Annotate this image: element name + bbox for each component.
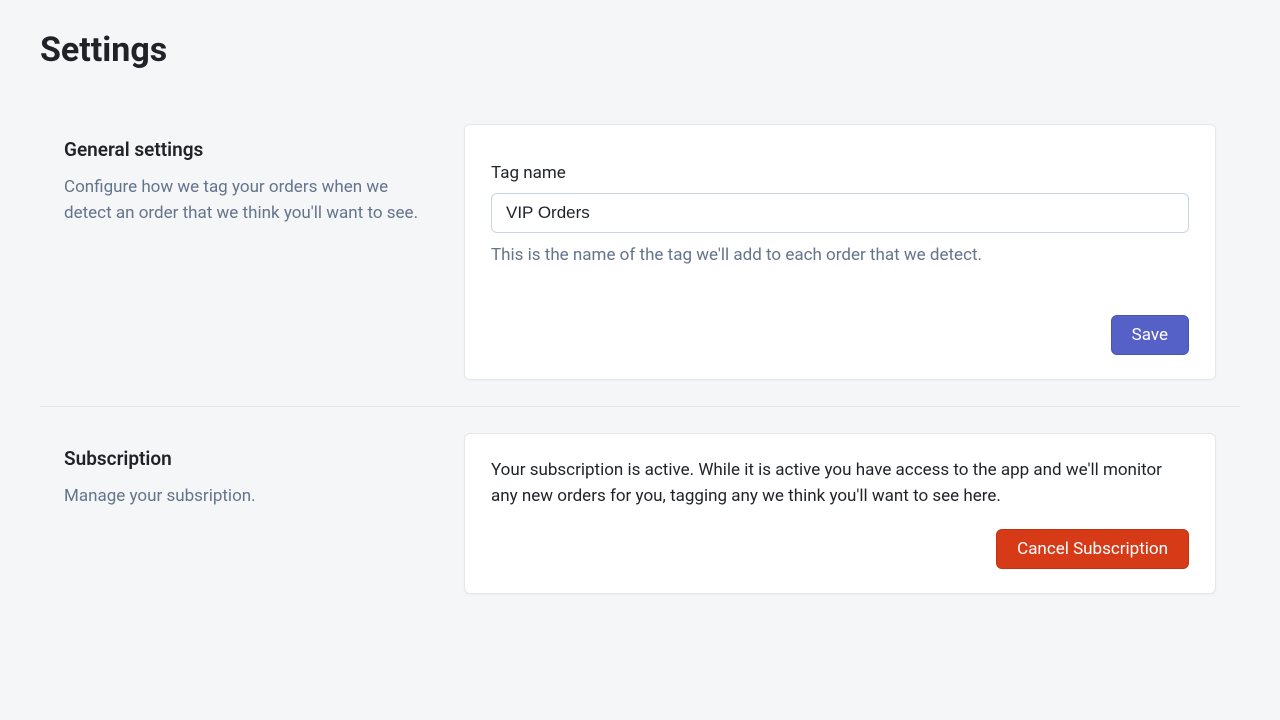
- subscription-card-container: Your subscription is active. While it is…: [464, 433, 1216, 594]
- tag-name-input[interactable]: [491, 193, 1189, 233]
- general-settings-card-footer: Save: [465, 293, 1215, 379]
- general-settings-card-body: Tag name This is the name of the tag we'…: [465, 125, 1215, 265]
- general-settings-heading: General settings: [64, 138, 424, 161]
- save-button[interactable]: Save: [1111, 315, 1189, 355]
- subscription-section: Subscription Manage your subsription. Yo…: [40, 406, 1240, 620]
- general-settings-card-container: Tag name This is the name of the tag we'…: [464, 124, 1216, 380]
- subscription-card: Your subscription is active. While it is…: [464, 433, 1216, 594]
- general-settings-description: Configure how we tag your orders when we…: [64, 175, 424, 226]
- tag-name-label: Tag name: [491, 163, 1189, 183]
- general-settings-info: General settings Configure how we tag yo…: [64, 124, 424, 380]
- subscription-actions: Cancel Subscription: [491, 529, 1189, 569]
- page-title: Settings: [40, 30, 1240, 70]
- general-settings-card: Tag name This is the name of the tag we'…: [464, 124, 1216, 380]
- subscription-description: Manage your subsription.: [64, 484, 424, 510]
- subscription-heading: Subscription: [64, 447, 424, 470]
- settings-page: Settings General settings Configure how …: [0, 0, 1280, 660]
- cancel-subscription-button[interactable]: Cancel Subscription: [996, 529, 1189, 569]
- subscription-status-text: Your subscription is active. While it is…: [491, 458, 1189, 509]
- tag-name-help-text: This is the name of the tag we'll add to…: [491, 245, 1189, 265]
- subscription-card-body: Your subscription is active. While it is…: [465, 434, 1215, 593]
- subscription-info: Subscription Manage your subsription.: [64, 433, 424, 594]
- general-settings-section: General settings Configure how we tag yo…: [40, 98, 1240, 406]
